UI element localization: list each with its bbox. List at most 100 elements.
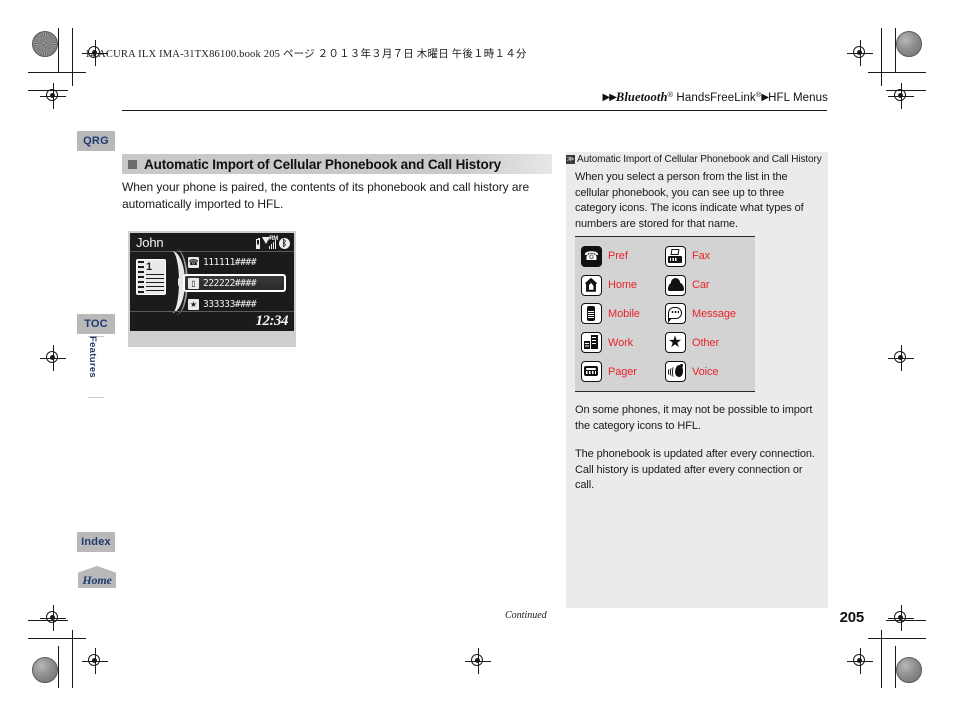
category-icon-table: ☎ Pref Fax Home Car Mobile Message Work … <box>575 236 755 392</box>
crop-line <box>886 90 926 91</box>
lcd-list-item-selected[interactable]: ▯ 222222#### <box>183 274 286 292</box>
table-row: Message <box>665 300 749 329</box>
qrg-label: QRG <box>83 135 109 147</box>
lcd-illustration: John RM ᛒ 1 ☎ 111111#### ▯ 222222#### ★ … <box>128 231 296 347</box>
table-row: Fax <box>665 242 749 271</box>
crop-line <box>881 630 882 688</box>
lcd-footer-bar: 12:34 <box>130 311 294 331</box>
index-label: Index <box>81 536 111 548</box>
print-file-line: 14 ACURA ILX IMA-31TX86100.book 205 ページ … <box>85 49 527 60</box>
sidebar-note-title: ≫ Automatic Import of Cellular Phonebook… <box>566 154 828 165</box>
spiral-binding-icon <box>138 261 144 295</box>
section-marker-icon <box>128 159 137 169</box>
lcd-contact-name: John <box>136 235 164 250</box>
lcd-list-item[interactable]: ☎ 111111#### <box>185 255 285 270</box>
registration-crosshair-bottom-center <box>465 648 491 674</box>
lcd-screen: John RM ᛒ 1 ☎ 111111#### ▯ 222222#### ★ … <box>130 233 294 331</box>
crop-line <box>868 638 926 639</box>
sidebar-paragraph-3: The phonebook is updated after every con… <box>575 448 815 491</box>
crop-line <box>895 28 896 72</box>
header-rule <box>122 110 827 111</box>
crop-line <box>72 28 73 86</box>
registration-dot-bottom-left <box>32 657 58 683</box>
manual-page: 14 ACURA ILX IMA-31TX86100.book 205 ページ … <box>0 0 954 718</box>
bluetooth-icon: ᛒ <box>279 238 290 249</box>
table-row: Car <box>665 271 749 300</box>
signal-strength-icon: RM <box>262 236 278 249</box>
breadcrumb-bluetooth: Bluetooth <box>615 90 668 104</box>
voice-label: Voice <box>692 365 719 378</box>
crop-line <box>58 646 59 688</box>
sidebar-note-title-text: Automatic Import of Cellular Phonebook a… <box>577 154 822 165</box>
crop-line <box>28 90 68 91</box>
table-row: ☎ Pref <box>581 242 665 271</box>
table-row: Work <box>581 328 665 357</box>
mobile-label: Mobile <box>608 307 640 320</box>
registration-crosshair-right <box>888 83 914 109</box>
lcd-status-icons: RM ᛒ <box>256 236 290 249</box>
sidebar-note-panel: ≫ Automatic Import of Cellular Phonebook… <box>566 152 828 608</box>
lcd-entry-list: 1 ☎ 111111#### ▯ 222222#### ★ 333333#### <box>130 249 294 315</box>
fax-icon <box>665 245 686 267</box>
table-row: ★ Other <box>665 328 749 357</box>
pref-icon: ☎ <box>581 245 602 267</box>
registration-crosshair-left-mid <box>40 345 66 371</box>
crop-line <box>868 72 926 73</box>
other-icon: ★ <box>665 332 686 354</box>
lcd-list-item[interactable]: ★ 333333#### <box>185 297 285 312</box>
lcd-entry-number: 333333#### <box>203 299 257 310</box>
sidebar-item-toc[interactable]: TOC <box>77 314 115 334</box>
phonebook-index: 1 <box>146 261 153 273</box>
registration-crosshair-bottom-right <box>847 648 873 674</box>
lcd-entry-number: 222222#### <box>203 277 257 289</box>
features-label: Features <box>87 336 98 379</box>
pager-icon <box>581 361 602 383</box>
pager-label: Pager <box>608 365 637 378</box>
voice-icon <box>665 361 686 383</box>
crop-line <box>28 638 86 639</box>
table-row: Mobile <box>581 300 665 329</box>
breadcrumb-arrow-icon: ▶▶ <box>602 92 617 103</box>
table-row: Pager <box>581 357 665 386</box>
registration-crosshair-bottom-left <box>82 648 108 674</box>
page-title: Automatic Import of Cellular Phonebook a… <box>122 154 552 174</box>
crop-line <box>881 28 882 86</box>
pref-label: Pref <box>608 250 628 263</box>
sidebar-item-qrg[interactable]: QRG <box>77 131 115 151</box>
car-label: Car <box>692 279 710 292</box>
crop-line <box>72 630 73 688</box>
sidebar-item-home[interactable]: Home <box>78 566 116 588</box>
roaming-label: RM <box>269 236 278 242</box>
lcd-entry-number: 111111#### <box>203 257 257 268</box>
note-marker-icon: ≫ <box>566 155 575 164</box>
breadcrumb-hfl-menus: HFL Menus <box>768 92 828 104</box>
registration-crosshair-tr <box>847 40 873 66</box>
registration-crosshair-right-mid <box>888 345 914 371</box>
registration-dot-top-right <box>896 31 922 57</box>
phonebook-icon: 1 <box>136 259 166 295</box>
sidebar-paragraph-2: On some phones, it may not be possible t… <box>575 404 813 432</box>
continued-label: Continued <box>505 610 547 621</box>
home-label: Home <box>82 573 112 587</box>
other-icon: ★ <box>188 299 199 310</box>
sidebar-item-index[interactable]: Index <box>77 532 115 552</box>
message-label: Message <box>692 307 736 320</box>
phonebook-lines <box>146 274 164 292</box>
table-row: Voice <box>665 357 749 386</box>
fax-label: Fax <box>692 250 711 263</box>
battery-icon <box>256 238 260 249</box>
section-title-text: Automatic Import of Cellular Phonebook a… <box>144 156 502 172</box>
breadcrumb-handsfreelink: HandsFreeLink <box>673 92 756 104</box>
work-label: Work <box>608 336 634 349</box>
main-body-text: When your phone is paired, the contents … <box>122 180 530 211</box>
home-icon <box>581 274 602 296</box>
mobile-icon <box>581 303 602 325</box>
registration-crosshair-bl <box>40 605 66 631</box>
other-label: Other <box>692 336 720 349</box>
crop-line <box>886 620 926 621</box>
registration-crosshair-br <box>888 605 914 631</box>
sidebar-paragraph-1: When you select a person from the list i… <box>575 171 804 230</box>
message-icon <box>665 303 686 325</box>
crop-line <box>28 72 86 73</box>
crop-line <box>895 646 896 688</box>
